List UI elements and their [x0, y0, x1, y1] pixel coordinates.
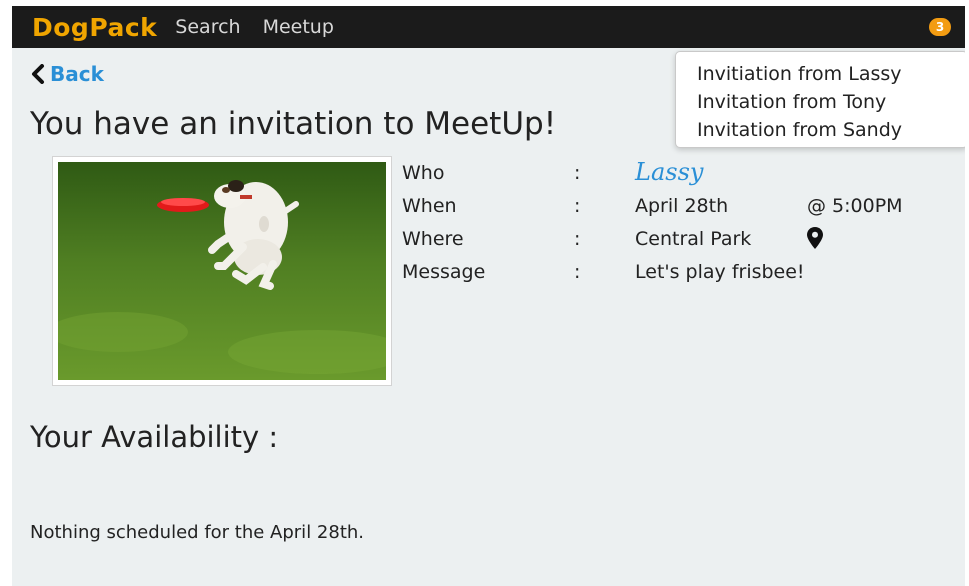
brand-logo[interactable]: DogPack: [32, 13, 157, 42]
dog-photo: [52, 156, 392, 386]
notification-item[interactable]: Invitation from Tony: [697, 88, 965, 116]
separator: :: [574, 261, 581, 283]
back-link[interactable]: Back: [30, 62, 104, 86]
chevron-left-icon: [32, 64, 44, 84]
separator: :: [574, 162, 581, 184]
map-pin-icon[interactable]: [807, 227, 823, 249]
page-title: You have an invitation to MeetUp!: [30, 106, 557, 142]
who-label: Who: [402, 162, 445, 184]
message-value: Let's play frisbee!: [635, 261, 805, 283]
back-label: Back: [50, 62, 104, 86]
nav-link-search[interactable]: Search: [175, 16, 240, 38]
separator: :: [574, 228, 581, 250]
navbar: DogPack Search Meetup 3: [12, 6, 965, 48]
app-frame: DogPack Search Meetup 3 Back You have an…: [12, 6, 965, 586]
availability-status: Nothing scheduled for the April 28th.: [30, 522, 365, 543]
date-value: April 28th: [635, 195, 729, 217]
who-link[interactable]: Lassy: [635, 158, 703, 186]
availability-heading: Your Availability :: [30, 420, 279, 454]
time-value: @ 5:00PM: [807, 195, 903, 217]
message-label: Message: [402, 261, 486, 283]
place-value: Central Park: [635, 228, 752, 250]
notification-badge[interactable]: 3: [929, 18, 951, 36]
notification-item[interactable]: Invitation from Sandy: [697, 116, 965, 144]
notification-item[interactable]: Invitiation from Lassy: [697, 60, 965, 88]
notifications-dropdown: Invitiation from Lassy Invitation from T…: [675, 51, 965, 148]
nav-link-meetup[interactable]: Meetup: [263, 16, 334, 38]
separator: :: [574, 195, 581, 217]
where-label: Where: [402, 228, 464, 250]
when-label: When: [402, 195, 457, 217]
dog-frisbee-image: [58, 162, 386, 380]
